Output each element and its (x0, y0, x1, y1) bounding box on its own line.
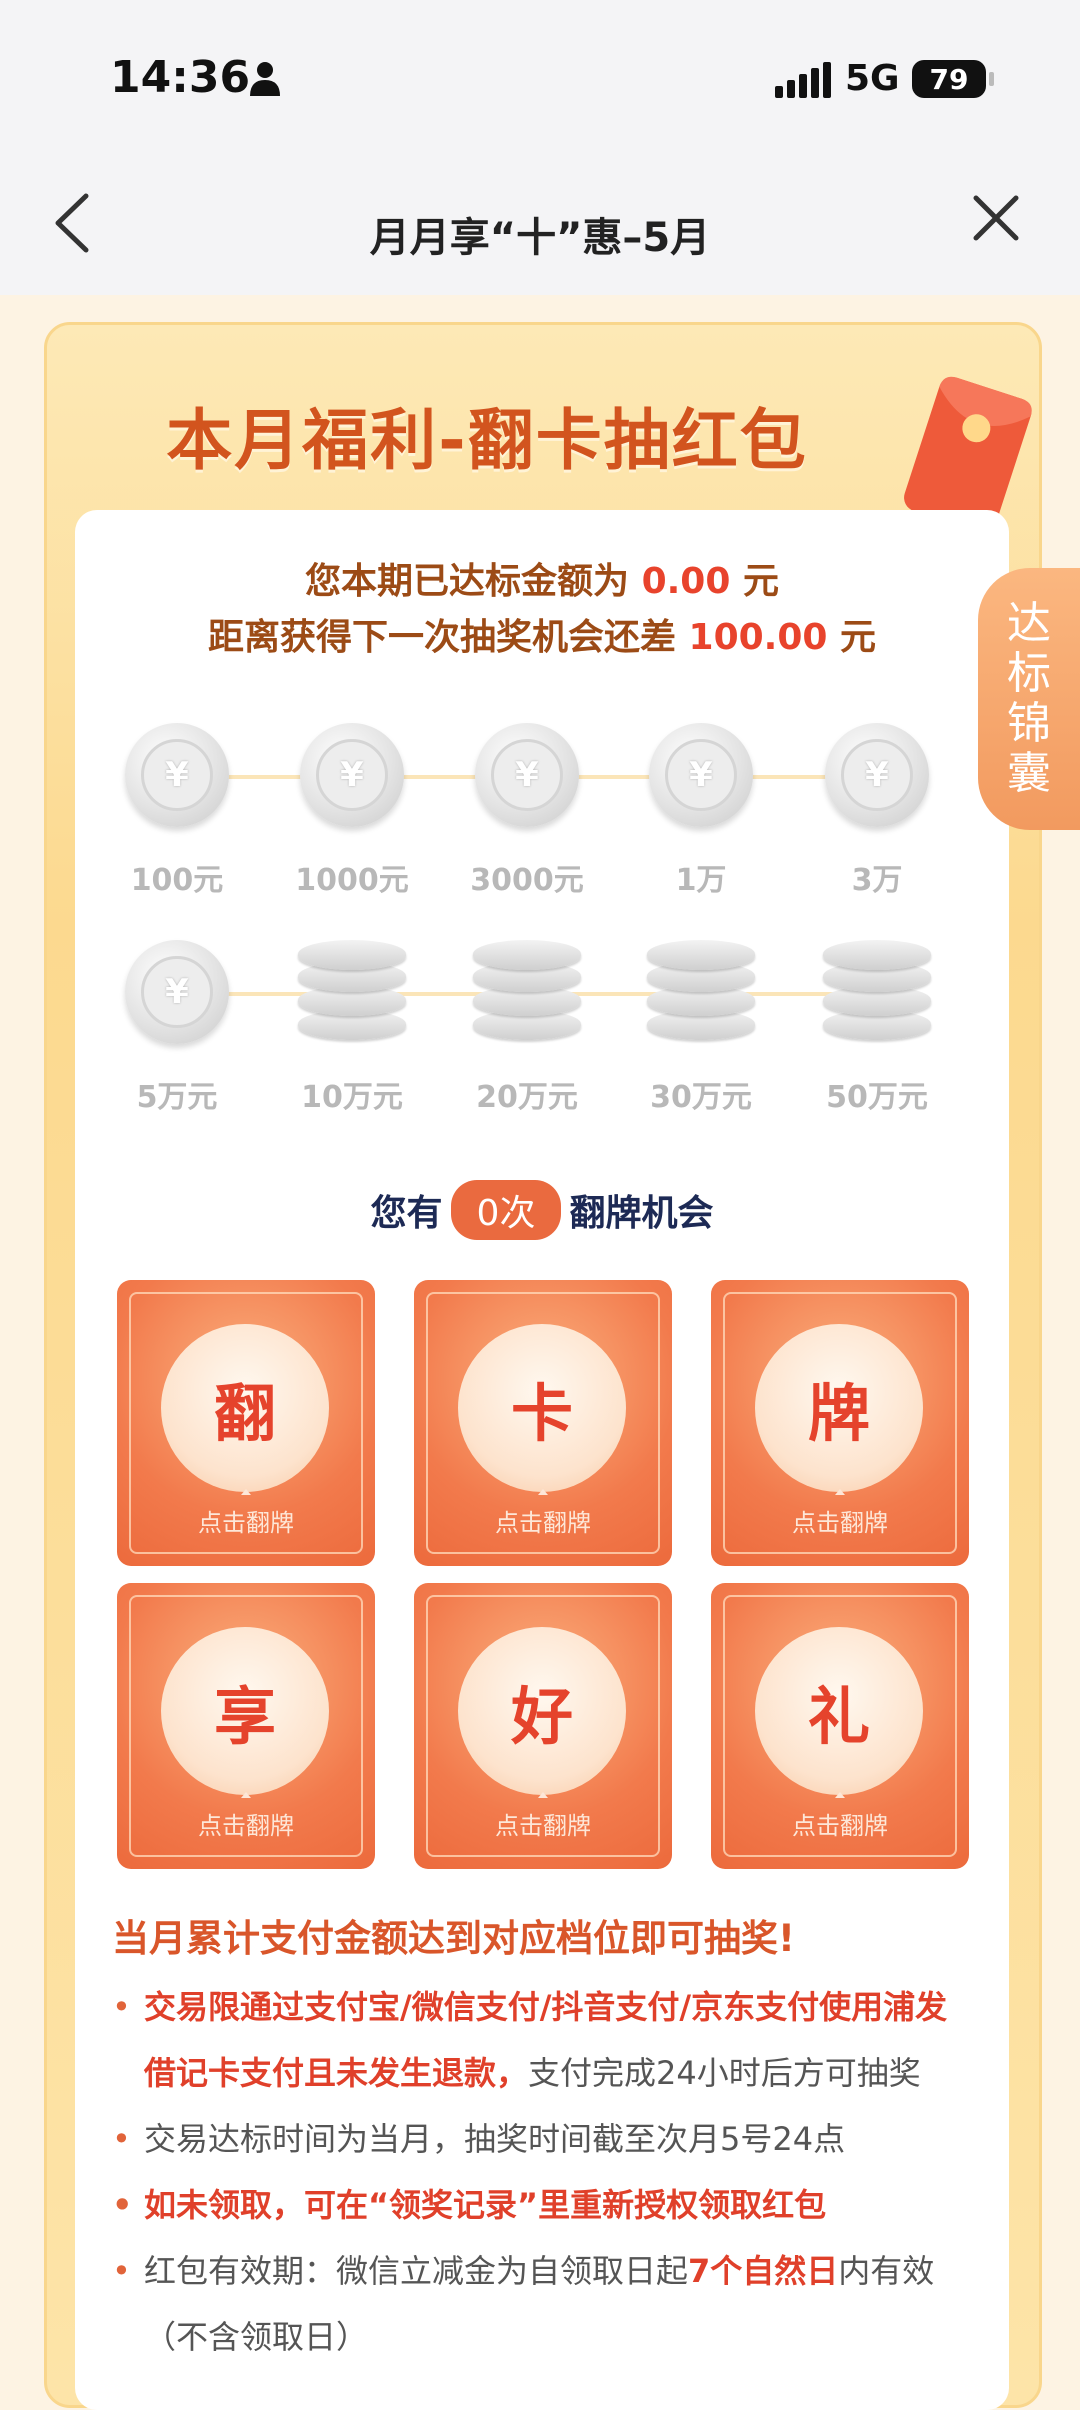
tier-item: ¥ 3万 (807, 723, 947, 899)
tier-label: 10万元 (301, 1080, 403, 1115)
red-envelope-icon (904, 376, 1032, 533)
tier-label: 3万 (851, 863, 903, 898)
flip-card[interactable]: 好 点击翻牌 (414, 1583, 672, 1869)
tier-label: 100元 (130, 863, 224, 898)
close-icon[interactable] (968, 190, 1024, 246)
rule-text: 支付完成24小时后方可抽奖 (528, 2054, 921, 2092)
tier-label: 3000元 (470, 863, 584, 898)
side-tab-char: 锦 (1007, 698, 1051, 749)
card-character: 卡 (458, 1324, 626, 1492)
tier-item: ¥ 5万元 (107, 940, 247, 1116)
tier-label: 50万元 (826, 1080, 928, 1115)
tier-label: 20万元 (476, 1080, 578, 1115)
yuan-coin-icon: ¥ (475, 723, 579, 827)
card-character: 享 (161, 1627, 329, 1795)
chances-prefix: 您有 (370, 1193, 443, 1234)
remaining-amount-text: 距离获得下一次抽奖机会还差 100.00 元 (75, 608, 1009, 660)
card-tip: 点击翻牌 (711, 1792, 969, 1841)
rule-text: 红包有效期：微信立减金为自领取日起 (144, 2252, 689, 2290)
side-tab-char: 标 (1007, 648, 1051, 699)
coin-stack-icon (298, 940, 406, 1044)
coin-stack-icon (823, 940, 931, 1044)
flip-card[interactable]: 卡 点击翻牌 (414, 1280, 672, 1566)
tier-item: 20万元 (457, 940, 597, 1116)
yuan-coin-icon: ¥ (300, 723, 404, 827)
coin-stack-icon (473, 940, 581, 1044)
battery-level: 79 (929, 62, 969, 96)
rules-section: 当月累计支付金额达到对应档位即可抽奖! 交易限通过支付宝/微信支付/抖音支付/京… (112, 1908, 972, 2370)
tier-item: 50万元 (807, 940, 947, 1116)
rule-item: 红包有效期：微信立减金为自领取日起7个自然日内有效（不含领取日） (112, 2238, 972, 2370)
nav-bar: 月月享“十”惠–5月 (0, 160, 1080, 295)
flip-chances: 您有 0次 翻牌机会 (75, 1180, 1009, 1240)
status-bar: 14:36 5G 79 (0, 0, 1080, 160)
rule-item: 交易达标时间为当月，抽奖时间截至次月5号24点 (112, 2106, 972, 2172)
network-type: 5G (845, 58, 900, 99)
banner-title: 本月福利-翻卡抽红包 (166, 402, 808, 479)
card-tip: 点击翻牌 (117, 1489, 375, 1538)
card-character: 好 (458, 1627, 626, 1795)
rule-text: 如未领取，可在“领奖记录”里重新授权领取红包 (144, 2186, 827, 2224)
flip-card[interactable]: 礼 点击翻牌 (711, 1583, 969, 1869)
flip-card[interactable]: 牌 点击翻牌 (711, 1280, 969, 1566)
card-tip: 点击翻牌 (711, 1489, 969, 1538)
card-character: 礼 (755, 1627, 923, 1795)
rule-emphasis: 7个自然日 (688, 2252, 839, 2290)
card-tip: 点击翻牌 (414, 1489, 672, 1538)
rules-title: 当月累计支付金额达到对应档位即可抽奖! (112, 1917, 795, 1960)
coin-stack-icon (647, 940, 755, 1044)
tier-item: ¥ 1万 (631, 723, 771, 899)
side-tab-char: 达 (1007, 598, 1051, 649)
flip-card[interactable]: 享 点击翻牌 (117, 1583, 375, 1869)
tier-label: 1万 (675, 863, 727, 898)
tips-side-tab[interactable]: 达 标 锦 囊 (978, 568, 1080, 830)
rule-text: 交易达标时间为当月，抽奖时间截至次月5号24点 (144, 2120, 846, 2158)
reached-amount-label: 您本期已达标金额为 (305, 561, 630, 602)
card-tip: 点击翻牌 (117, 1792, 375, 1841)
yuan-coin-icon: ¥ (125, 723, 229, 827)
card-character: 翻 (161, 1324, 329, 1492)
card-tip: 点击翻牌 (414, 1792, 672, 1841)
reached-amount-text: 您本期已达标金额为 0.00 元 (75, 552, 1009, 604)
tier-item: ¥ 3000元 (457, 723, 597, 899)
reached-amount-unit: 元 (742, 561, 779, 602)
side-tab-char: 囊 (1007, 748, 1051, 799)
tier-label: 30万元 (650, 1080, 752, 1115)
yuan-coin-icon: ¥ (649, 723, 753, 827)
status-time: 14:36 (110, 52, 251, 103)
page-title: 月月享“十”惠–5月 (369, 215, 711, 261)
tier-item: ¥ 100元 (107, 723, 247, 899)
rule-item: 交易限通过支付宝/微信支付/抖音支付/京东支付使用浦发借记卡支付且未发生退款，支… (112, 1974, 972, 2106)
rule-item: 如未领取，可在“领奖记录”里重新授权领取红包 (112, 2172, 972, 2238)
tier-label: 5万元 (136, 1080, 218, 1115)
battery-icon: 79 (912, 60, 994, 98)
chances-suffix: 翻牌机会 (569, 1193, 714, 1234)
tier-label: 1000元 (295, 863, 409, 898)
reached-amount-value: 0.00 (641, 561, 731, 602)
tier-item: 30万元 (631, 940, 771, 1116)
signal-icon (775, 62, 831, 98)
remaining-amount-value: 100.00 (688, 617, 828, 658)
yuan-coin-icon: ¥ (125, 940, 229, 1044)
yuan-coin-icon: ¥ (825, 723, 929, 827)
remaining-amount-label: 距离获得下一次抽奖机会还差 (207, 617, 676, 658)
flip-card[interactable]: 翻 点击翻牌 (117, 1280, 375, 1566)
card-character: 牌 (755, 1324, 923, 1492)
remaining-amount-unit: 元 (840, 617, 877, 658)
chances-count-badge: 0次 (450, 1180, 562, 1240)
tier-item: ¥ 1000元 (282, 723, 422, 899)
tier-item: 10万元 (282, 940, 422, 1116)
person-icon (250, 62, 280, 96)
